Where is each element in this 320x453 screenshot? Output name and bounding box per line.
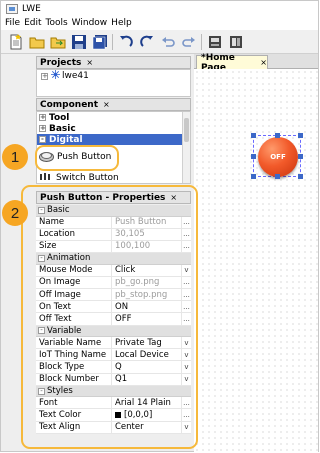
open-folder-icon[interactable] bbox=[28, 33, 45, 50]
save-all-icon[interactable] bbox=[91, 33, 108, 50]
toolbar bbox=[1, 30, 318, 54]
category-label: Digital bbox=[49, 134, 83, 145]
tab-close-icon[interactable]: × bbox=[260, 58, 267, 67]
switch-button-icon bbox=[39, 172, 53, 184]
menu-file[interactable]: File bbox=[5, 18, 20, 28]
category-basic[interactable]: + Basic bbox=[37, 123, 190, 134]
resize-handle[interactable] bbox=[275, 174, 280, 179]
rotate-right-icon[interactable] bbox=[180, 33, 197, 50]
scrollbar-thumb[interactable] bbox=[184, 118, 189, 142]
switch-button-label: Switch Button bbox=[56, 173, 119, 183]
tab-home-page[interactable]: *Home Page × bbox=[196, 53, 268, 73]
collapse-icon[interactable]: - bbox=[39, 136, 46, 143]
push-button-widget[interactable]: OFF bbox=[251, 133, 303, 179]
resize-handle[interactable] bbox=[275, 133, 280, 138]
resize-handle[interactable] bbox=[298, 133, 303, 138]
projects-panel-header: Projects × bbox=[36, 56, 191, 69]
menu-tools[interactable]: Tools bbox=[46, 18, 68, 28]
callout-frame-1 bbox=[35, 145, 119, 171]
menu-window[interactable]: Window bbox=[72, 18, 108, 28]
redo-icon[interactable] bbox=[138, 33, 155, 50]
download-icon[interactable] bbox=[206, 33, 223, 50]
app-window: LWE File Edit Tools Window Help Projects… bbox=[0, 0, 319, 453]
resize-handle[interactable] bbox=[251, 154, 256, 159]
category-tool[interactable]: + Tool bbox=[37, 112, 190, 123]
toolbar-separator bbox=[201, 33, 202, 50]
tree-expand-icon[interactable]: + bbox=[41, 72, 48, 80]
menu-edit[interactable]: Edit bbox=[24, 18, 41, 28]
resize-handle[interactable] bbox=[298, 174, 303, 179]
menu-help[interactable]: Help bbox=[111, 18, 132, 28]
open-project-icon[interactable] bbox=[49, 33, 66, 50]
expand-icon[interactable]: + bbox=[39, 114, 46, 121]
menu-bar: File Edit Tools Window Help bbox=[1, 16, 318, 30]
callout-badge-1: 1 bbox=[2, 144, 28, 170]
toolbar-separator bbox=[112, 33, 113, 50]
undo-icon[interactable] bbox=[117, 33, 134, 50]
resize-handle[interactable] bbox=[251, 174, 256, 179]
expand-icon[interactable]: + bbox=[39, 125, 46, 132]
save-icon[interactable] bbox=[70, 33, 87, 50]
resize-handle[interactable] bbox=[251, 133, 256, 138]
project-tree-item[interactable]: + lwe41 bbox=[37, 70, 190, 82]
component-close-icon[interactable]: × bbox=[103, 100, 110, 109]
upload-icon[interactable] bbox=[227, 33, 244, 50]
push-button-text: OFF bbox=[270, 153, 286, 161]
project-icon bbox=[51, 70, 60, 82]
app-logo-icon bbox=[6, 3, 18, 14]
project-name: lwe41 bbox=[62, 71, 89, 81]
category-label: Basic bbox=[49, 123, 76, 134]
component-panel-title: Component bbox=[40, 99, 99, 110]
new-file-icon[interactable] bbox=[7, 33, 24, 50]
projects-close-icon[interactable]: × bbox=[86, 58, 93, 67]
editor-tab-bar: *Home Page × bbox=[194, 53, 318, 73]
category-label: Tool bbox=[49, 112, 70, 123]
projects-panel-title: Projects bbox=[40, 57, 82, 68]
component-panel-header: Component × bbox=[36, 98, 191, 111]
window-title: LWE bbox=[22, 3, 41, 14]
design-canvas[interactable]: OFF bbox=[194, 69, 318, 453]
component-switch-button[interactable]: Switch Button bbox=[39, 172, 119, 184]
component-scrollbar[interactable] bbox=[182, 112, 190, 183]
callout-frame-2 bbox=[21, 185, 198, 449]
category-digital[interactable]: - Digital bbox=[37, 134, 190, 145]
resize-handle[interactable] bbox=[298, 154, 303, 159]
title-bar: LWE bbox=[1, 1, 318, 16]
rotate-left-icon[interactable] bbox=[159, 33, 176, 50]
push-button-face: OFF bbox=[258, 137, 298, 177]
projects-panel: + lwe41 bbox=[36, 69, 191, 97]
callout-badge-2: 2 bbox=[2, 200, 28, 226]
